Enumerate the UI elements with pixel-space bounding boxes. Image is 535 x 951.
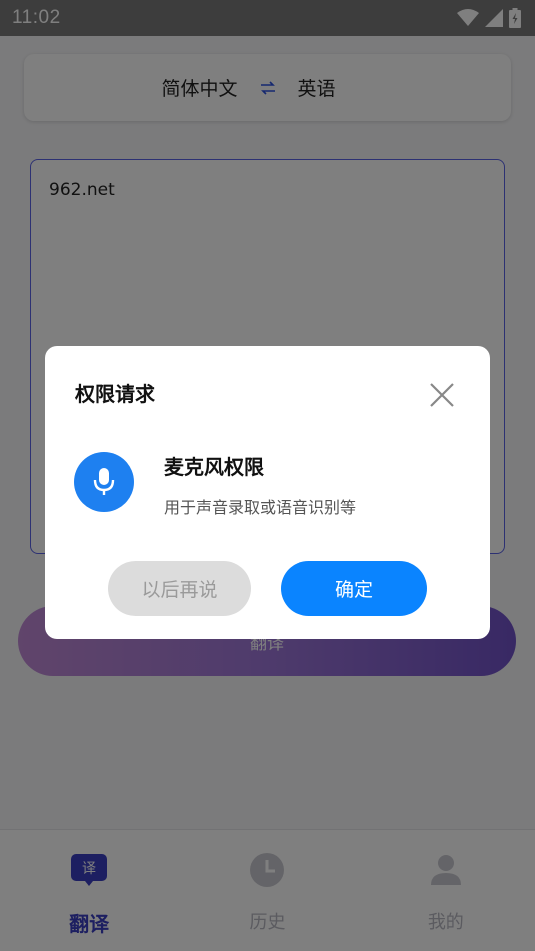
close-button[interactable] (427, 380, 457, 410)
later-button-label: 以后再说 (141, 579, 218, 601)
close-icon (430, 383, 454, 407)
microphone-badge (74, 452, 134, 512)
dialog-title: 权限请求 (75, 382, 155, 406)
confirm-button[interactable]: 确定 (281, 561, 427, 616)
later-button[interactable]: 以后再说 (108, 561, 251, 616)
microphone-icon (93, 468, 115, 495)
permission-name: 麦克风权限 (164, 455, 264, 479)
permission-description: 用于声音录取或语音识别等 (164, 498, 357, 517)
permission-dialog: 权限请求 麦克风权限 用于声音录取或语音识别等 以后再说 确定 (45, 346, 490, 639)
confirm-button-label: 确定 (334, 579, 373, 601)
